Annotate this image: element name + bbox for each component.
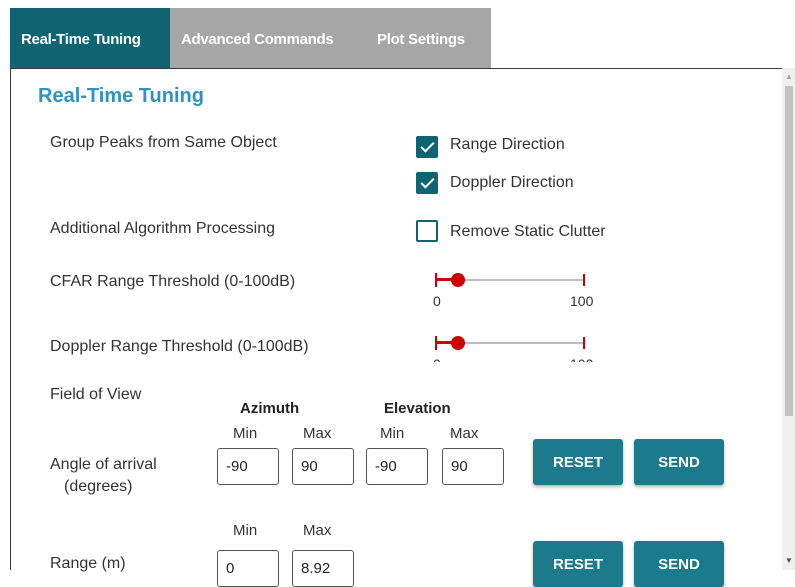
- doppler-min-tick: 0: [433, 356, 441, 362]
- scroll-up-arrow-icon[interactable]: ▲: [785, 72, 793, 81]
- additional-processing-label: Additional Algorithm Processing: [50, 220, 276, 237]
- elevation-min-header: Min: [380, 425, 405, 442]
- range-direction-checkbox[interactable]: [416, 136, 438, 158]
- tab-advanced-commands[interactable]: Advanced Commands: [170, 8, 367, 68]
- doppler-slider-thumb[interactable]: [451, 336, 465, 350]
- angle-of-arrival-label: Angle of arrival: [50, 456, 157, 473]
- azimuth-max-header: Max: [303, 425, 332, 442]
- tab-plot-settings[interactable]: Plot Settings: [367, 8, 491, 68]
- remove-static-clutter-label: Remove Static Clutter: [450, 223, 606, 240]
- tab-bar: Real-Time Tuning Advanced Commands Plot …: [10, 8, 491, 68]
- doppler-direction-label: Doppler Direction: [450, 174, 574, 191]
- cfar-range-label: CFAR Range Threshold (0-100dB): [50, 273, 296, 290]
- range-min-input[interactable]: [217, 550, 279, 587]
- remove-static-clutter-checkbox[interactable]: [416, 220, 438, 242]
- angle-reset-button[interactable]: RESET: [533, 439, 623, 485]
- azimuth-header: Azimuth: [240, 400, 300, 417]
- range-label: Range (m): [50, 555, 126, 572]
- range-min-header: Min: [233, 522, 258, 539]
- section-title: Real-Time Tuning: [38, 85, 204, 107]
- group-peaks-label: Group Peaks from Same Object: [50, 134, 277, 151]
- angle-of-arrival-unit-label: (degrees): [64, 478, 133, 495]
- azimuth-max-input[interactable]: [292, 448, 354, 485]
- cfar-max-tick: 100: [570, 293, 594, 309]
- doppler-range-label: Doppler Range Threshold (0-100dB): [50, 338, 309, 355]
- cfar-slider-start-mark: [435, 273, 437, 287]
- elevation-max-input[interactable]: [442, 448, 504, 485]
- tab-real-time-tuning[interactable]: Real-Time Tuning: [10, 8, 170, 68]
- scrollbar-thumb[interactable]: [785, 86, 793, 416]
- cfar-min-tick: 0: [433, 293, 441, 309]
- azimuth-min-header: Min: [233, 425, 258, 442]
- elevation-header: Elevation: [384, 400, 451, 417]
- field-of-view-label: Field of View: [50, 386, 142, 403]
- azimuth-min-input[interactable]: [217, 448, 279, 485]
- range-max-header: Max: [303, 522, 332, 539]
- range-max-input[interactable]: [292, 550, 354, 587]
- doppler-slider-end-mark: [583, 337, 585, 349]
- scroll-down-arrow-icon[interactable]: ▼: [785, 556, 793, 565]
- range-direction-label: Range Direction: [450, 136, 565, 153]
- cfar-slider-end-mark: [583, 274, 585, 286]
- cfar-slider-thumb[interactable]: [451, 273, 465, 287]
- elevation-min-input[interactable]: [366, 448, 428, 485]
- elevation-max-header: Max: [450, 425, 479, 442]
- range-reset-button[interactable]: RESET: [533, 541, 623, 587]
- doppler-slider-start-mark: [435, 336, 437, 350]
- range-send-button[interactable]: SEND: [634, 541, 724, 587]
- doppler-direction-checkbox[interactable]: [416, 172, 438, 194]
- doppler-max-tick: 100: [570, 356, 593, 362]
- angle-send-button[interactable]: SEND: [634, 439, 724, 485]
